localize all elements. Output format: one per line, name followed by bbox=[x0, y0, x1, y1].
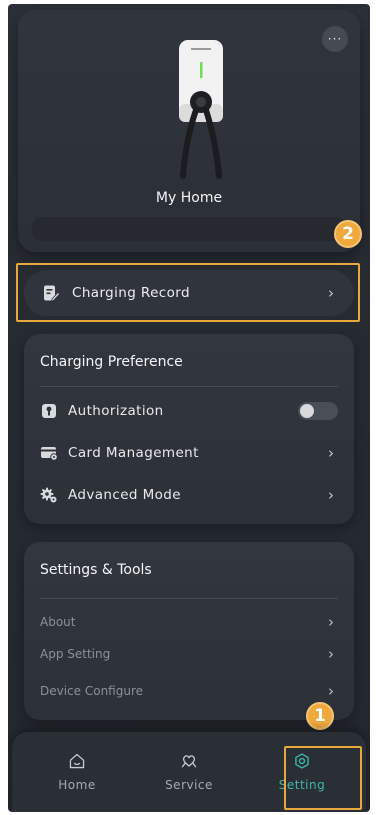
authorization-toggle[interactable] bbox=[298, 402, 338, 420]
authorization-label: Authorization bbox=[68, 403, 164, 419]
key-icon bbox=[40, 402, 58, 420]
tab-home[interactable]: Home bbox=[27, 732, 127, 812]
settings-tools-card: Settings & Tools About › App Setting › D… bbox=[24, 542, 354, 720]
charging-preference-title: Charging Preference bbox=[40, 354, 183, 370]
authorization-item[interactable]: Authorization bbox=[40, 396, 354, 426]
ev-charger-image bbox=[179, 40, 223, 179]
chevron-right-icon: › bbox=[328, 284, 334, 302]
gear-advanced-icon bbox=[40, 486, 58, 504]
chevron-right-icon: › bbox=[328, 645, 334, 663]
tab-service-label: Service bbox=[165, 778, 213, 792]
tab-home-label: Home bbox=[58, 778, 96, 792]
about-label: About bbox=[40, 615, 76, 629]
toggle-knob bbox=[300, 404, 314, 418]
advanced-mode-item[interactable]: Advanced Mode › bbox=[40, 480, 354, 510]
advanced-mode-label: Advanced Mode bbox=[68, 487, 181, 503]
charging-preference-card: Charging Preference Authorization Card M… bbox=[24, 334, 354, 524]
step-badge-1: 1 bbox=[306, 702, 334, 730]
step-badge-2: 2 bbox=[334, 220, 362, 248]
heart-hands-icon bbox=[180, 752, 198, 770]
device-configure-label: Device Configure bbox=[40, 684, 144, 698]
tab-setting-label: Setting bbox=[278, 778, 326, 792]
chevron-right-icon: › bbox=[328, 486, 334, 504]
settings-gear-icon bbox=[293, 752, 311, 770]
settings-tools-title: Settings & Tools bbox=[40, 562, 152, 578]
bottom-tab-bar: Home Service Setting bbox=[12, 732, 366, 812]
chevron-right-icon: › bbox=[328, 682, 334, 700]
charging-record-label: Charging Record bbox=[72, 285, 190, 301]
divider bbox=[40, 598, 338, 599]
home-name: My Home bbox=[155, 190, 223, 206]
chevron-right-icon: › bbox=[328, 613, 334, 631]
about-item[interactable]: About › bbox=[40, 607, 354, 637]
device-configure-item[interactable]: Device Configure › bbox=[40, 676, 354, 706]
card-management-label: Card Management bbox=[68, 445, 199, 461]
app-setting-item[interactable]: App Setting › bbox=[40, 639, 354, 669]
tab-setting[interactable]: Setting bbox=[252, 732, 352, 812]
charging-record-row[interactable]: Charging Record › bbox=[24, 270, 354, 316]
status-bar bbox=[32, 217, 346, 241]
more-dots-icon: ··· bbox=[327, 32, 343, 46]
home-device-card[interactable]: ··· My Home bbox=[18, 10, 360, 252]
card-management-item[interactable]: Card Management › bbox=[40, 438, 354, 468]
document-edit-icon bbox=[42, 284, 60, 302]
home-icon bbox=[68, 752, 86, 770]
divider bbox=[40, 386, 338, 387]
tab-service[interactable]: Service bbox=[139, 732, 239, 812]
chevron-right-icon: › bbox=[328, 444, 334, 462]
app-screen: ··· My Home 2 Charging Record › Charging… bbox=[8, 4, 370, 812]
app-setting-label: App Setting bbox=[40, 647, 111, 661]
more-options-button[interactable]: ··· bbox=[322, 26, 348, 52]
card-icon bbox=[40, 444, 58, 462]
